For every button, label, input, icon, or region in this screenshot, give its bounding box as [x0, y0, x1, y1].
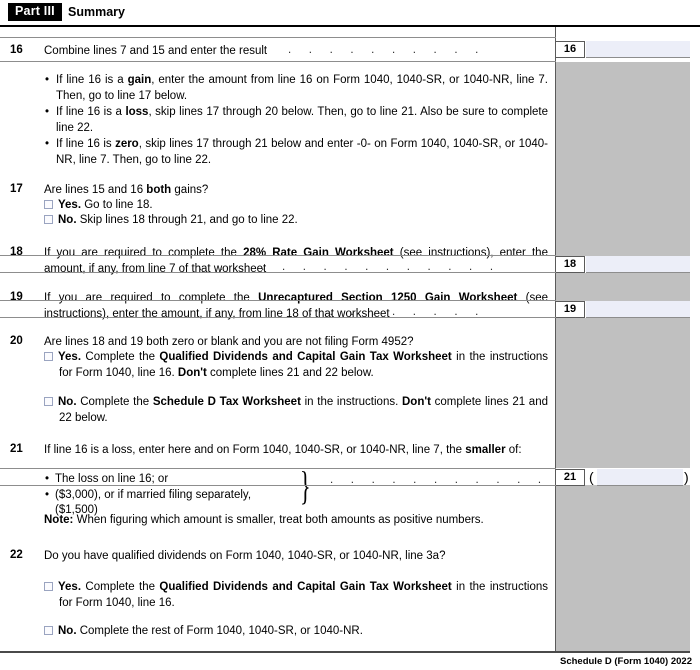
line-21-number: 21 — [10, 443, 34, 455]
line-16-bullets: If line 16 is a gain, enter the amount f… — [44, 73, 548, 169]
line-22-no-row[interactable]: No. Complete the rest of Form 1040, 1040… — [44, 624, 548, 640]
line-18-number-box: 18 — [556, 256, 585, 273]
line-18-bottom-rule — [0, 272, 556, 273]
line-20-yes-checkbox[interactable] — [44, 352, 53, 361]
line-21-note: Note: When figuring which amount is smal… — [44, 513, 548, 529]
line-17-no-row[interactable]: No. Skip lines 18 through 21, and go to … — [44, 213, 544, 229]
line-21-text: If line 16 is a loss, enter here and on … — [44, 443, 548, 459]
line-16-number-box: 16 — [556, 41, 585, 58]
line-21-amount-field[interactable] — [597, 469, 683, 486]
line-18-amount-field[interactable] — [586, 256, 690, 273]
line-22-number: 22 — [10, 549, 34, 561]
line-18-top-rule — [0, 255, 556, 256]
line-17-no-checkbox[interactable] — [44, 215, 53, 224]
line-16-amount-field[interactable] — [586, 41, 690, 58]
line-17-yes-row[interactable]: Yes. Go to line 18. — [44, 198, 544, 214]
line-21-paren-open: ( — [589, 469, 594, 486]
line-21-options: The loss on line 16; or ($3,000), or if … — [44, 472, 294, 519]
gray-fill-18-19 — [556, 273, 690, 301]
gray-fill-21-bottom — [556, 485, 690, 651]
line-19-number-box: 19 — [556, 301, 585, 318]
bottom-rule — [0, 651, 690, 653]
part-header: Part III Summary — [0, 0, 700, 27]
line-20-no-row[interactable]: No. Complete the Schedule D Tax Workshee… — [44, 395, 548, 426]
line-17-number: 17 — [10, 183, 34, 195]
page-title: Summary — [68, 5, 125, 19]
schedule-d-part-iii-form: Part III Summary 16 Combine lines 7 and … — [0, 0, 700, 670]
line-16-bottom-rule — [0, 61, 556, 62]
gray-fill-16-18 — [556, 62, 690, 256]
line-19-number: 19 — [10, 291, 34, 303]
line-16-bullet-loss: If line 16 is a loss, skip lines 17 thro… — [44, 105, 548, 136]
line-22-question: Do you have qualified dividends on Form … — [44, 549, 544, 565]
line-16-number: 16 — [10, 44, 34, 56]
line-20-yes-label: Yes. Complete the Qualified Dividends an… — [58, 351, 548, 379]
line-22-yes-checkbox[interactable] — [44, 582, 53, 591]
line-17-yes-label: Yes. Go to line 18. — [58, 199, 153, 211]
line-19-top-rule — [0, 300, 556, 301]
line-18-number: 18 — [10, 246, 34, 258]
line-19-amount-field[interactable] — [586, 301, 690, 318]
line-20-number: 20 — [10, 335, 34, 347]
line-16-dot-leader: . . . . . . . . . . — [288, 44, 546, 56]
line-22-yes-row[interactable]: Yes. Complete the Qualified Dividends an… — [44, 580, 548, 611]
line-20-no-checkbox[interactable] — [44, 397, 53, 406]
line-21-brace: } — [300, 466, 311, 506]
line-21-paren-close: ) — [684, 469, 689, 486]
line-21-top-rule — [0, 468, 556, 469]
line-20-question: Are lines 18 and 19 both zero or blank a… — [44, 335, 544, 351]
gray-fill-19-21 — [556, 318, 690, 468]
line-21-number-box: 21 — [556, 469, 585, 486]
line-22-no-checkbox[interactable] — [44, 626, 53, 635]
line-20-no-label: No. Complete the Schedule D Tax Workshee… — [58, 396, 548, 424]
line-17-yes-checkbox[interactable] — [44, 200, 53, 209]
line-16-bullet-zero: If line 16 is zero, skip lines 17 throug… — [44, 137, 548, 168]
line-19-bottom-rule — [0, 317, 556, 318]
line-20-yes-row[interactable]: Yes. Complete the Qualified Dividends an… — [44, 350, 548, 381]
line-21-bottom-rule — [0, 485, 556, 486]
line-16-text: Combine lines 7 and 15 and enter the res… — [44, 44, 284, 60]
line-22-yes-label: Yes. Complete the Qualified Dividends an… — [58, 581, 548, 609]
line-16-top-rule — [0, 37, 556, 38]
line-16-bullet-gain: If line 16 is a gain, enter the amount f… — [44, 73, 548, 104]
part-number-badge: Part III — [8, 3, 62, 21]
line-17-no-label: No. Skip lines 18 through 21, and go to … — [58, 214, 298, 226]
form-footer: Schedule D (Form 1040) 2022 — [560, 656, 692, 667]
line-22-no-label: No. Complete the rest of Form 1040, 1040… — [58, 625, 363, 637]
line-17-question: Are lines 15 and 16 both gains? — [44, 183, 544, 199]
